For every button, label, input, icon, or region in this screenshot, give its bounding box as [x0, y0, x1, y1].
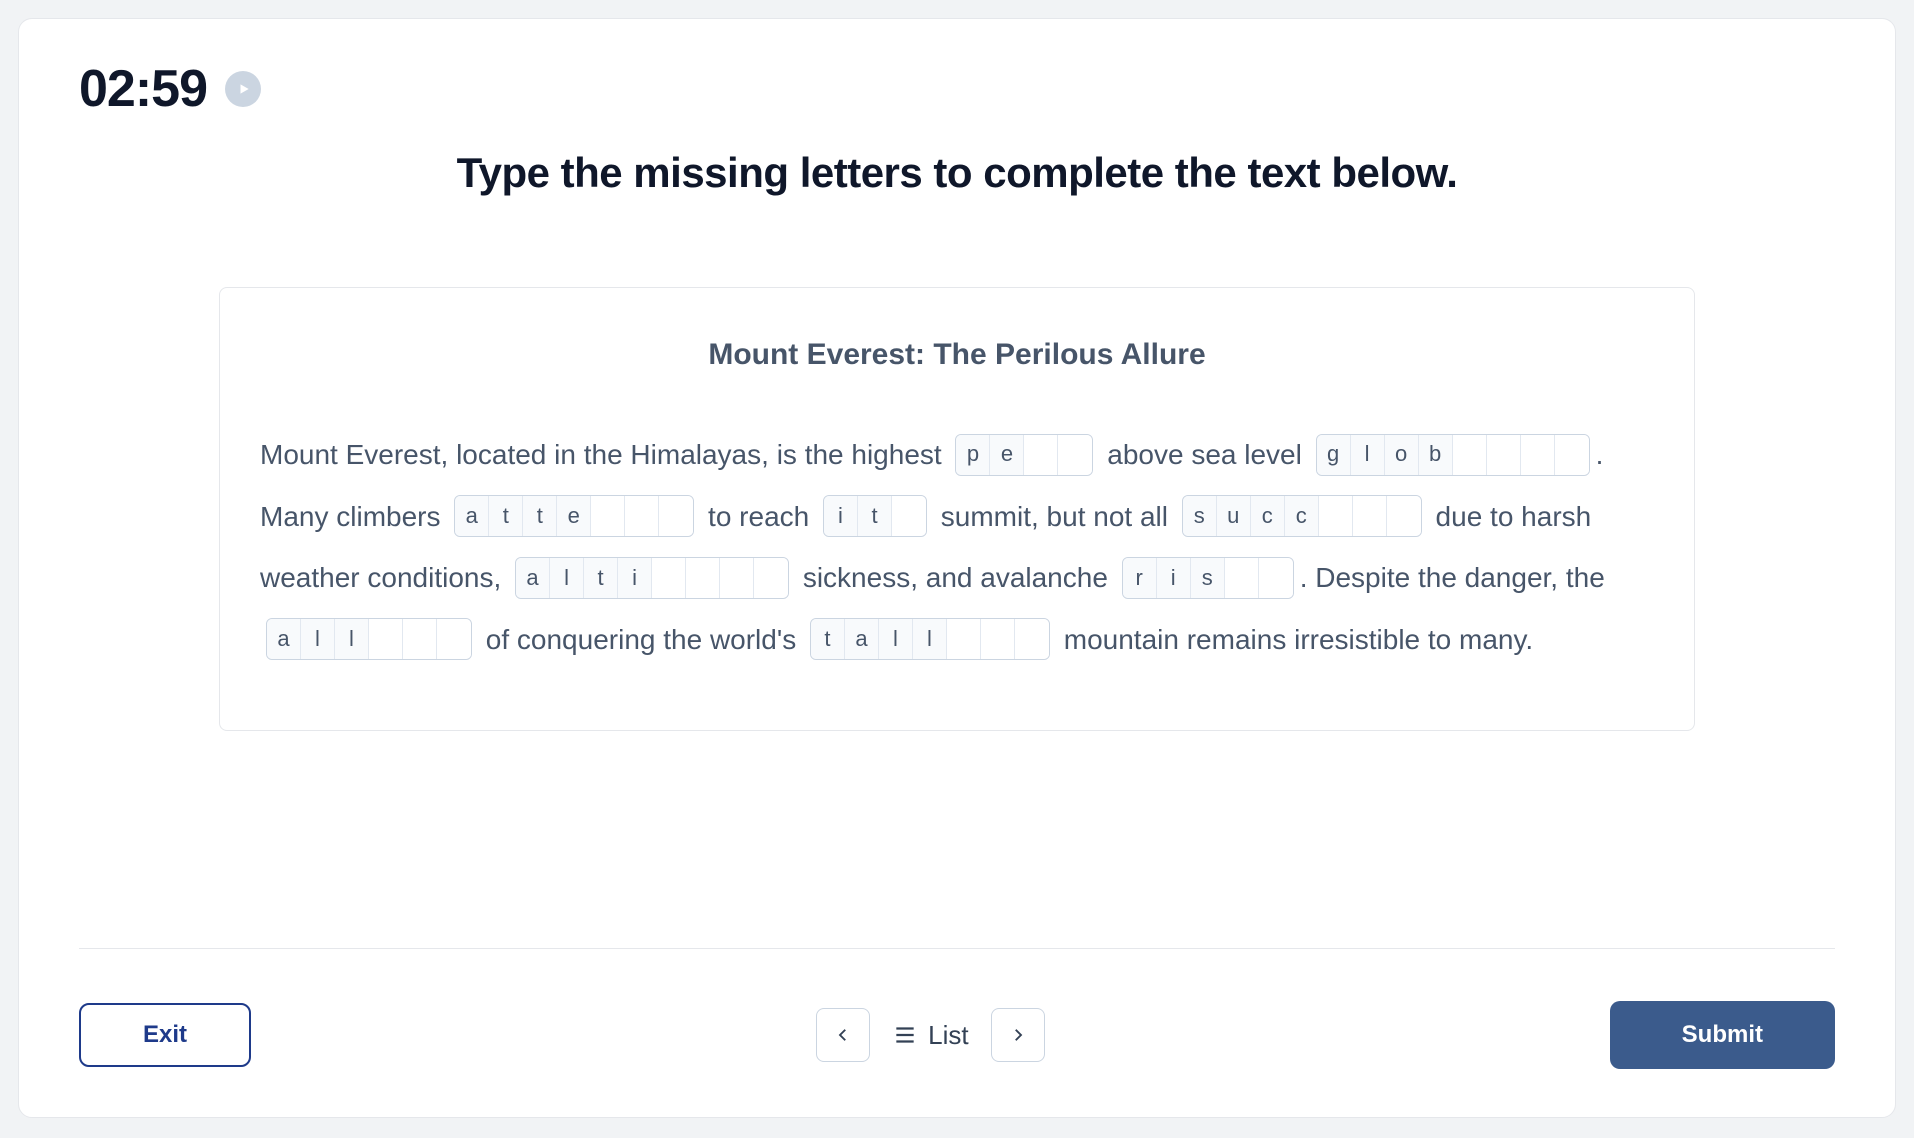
passage-text: above sea level [1099, 439, 1309, 470]
blank-cell-input[interactable] [1353, 496, 1387, 536]
blank-cell-filled: e [557, 496, 591, 536]
blank-cell-filled: t [811, 619, 845, 659]
blank-cell-input[interactable] [1015, 619, 1049, 659]
blank-cell-filled: r [1123, 558, 1157, 598]
blank-cell-input[interactable] [1259, 558, 1293, 598]
blank-cell-filled: a [455, 496, 489, 536]
play-icon [237, 82, 251, 96]
blank-cell-input[interactable] [1453, 435, 1487, 475]
blank-cell-input[interactable] [1225, 558, 1259, 598]
blank-cell-filled: a [267, 619, 301, 659]
passage-panel: Mount Everest: The Perilous Allure Mount… [219, 287, 1695, 731]
blank-word[interactable]: ris [1122, 557, 1294, 599]
blank-cell-input[interactable] [981, 619, 1015, 659]
blank-cell-filled: b [1419, 435, 1453, 475]
blank-cell-input[interactable] [720, 558, 754, 598]
blank-word[interactable]: pe [955, 434, 1093, 476]
blank-cell-filled: t [858, 496, 892, 536]
blank-word[interactable]: alti [515, 557, 789, 599]
exit-button[interactable]: Exit [79, 1003, 251, 1067]
passage-text: summit, but not all [933, 501, 1176, 532]
blank-cell-filled: p [956, 435, 990, 475]
blank-word[interactable]: atte [454, 495, 694, 537]
blank-cell-filled: l [550, 558, 584, 598]
blank-word[interactable]: it [823, 495, 927, 537]
blank-cell-input[interactable] [625, 496, 659, 536]
chevron-right-icon [1009, 1026, 1027, 1044]
timer-display: 02:59 [79, 59, 207, 119]
blank-cell-filled: l [335, 619, 369, 659]
blank-cell-input[interactable] [1387, 496, 1421, 536]
blank-cell-filled: c [1251, 496, 1285, 536]
blank-cell-filled: u [1217, 496, 1251, 536]
blank-cell-input[interactable] [892, 496, 926, 536]
blank-cell-filled: t [489, 496, 523, 536]
blank-word[interactable]: glob [1316, 434, 1590, 476]
list-icon [892, 1022, 918, 1048]
blank-cell-input[interactable] [1487, 435, 1521, 475]
chevron-left-icon [834, 1026, 852, 1044]
blank-cell-filled: l [913, 619, 947, 659]
list-label: List [928, 1020, 968, 1051]
blank-cell-filled: l [879, 619, 913, 659]
passage-text: of conquering the world's [478, 624, 804, 655]
passage-text: Mount Everest, located in the Himalayas,… [260, 439, 949, 470]
blank-cell-filled: s [1191, 558, 1225, 598]
passage-text: . Despite the danger, the [1300, 562, 1605, 593]
passage-body: Mount Everest, located in the Himalayas,… [260, 424, 1654, 670]
blank-word[interactable]: all [266, 618, 472, 660]
blank-cell-filled: t [523, 496, 557, 536]
blank-word[interactable]: succ [1182, 495, 1422, 537]
nav-center: List [816, 1008, 1044, 1062]
blank-cell-input[interactable] [1319, 496, 1353, 536]
passage-text: mountain remains irresistible to many. [1056, 624, 1533, 655]
blank-cell-filled: a [845, 619, 879, 659]
blank-cell-filled: l [1351, 435, 1385, 475]
blank-cell-input[interactable] [659, 496, 693, 536]
blank-cell-input[interactable] [1058, 435, 1092, 475]
list-button[interactable]: List [892, 1020, 968, 1051]
passage-text: to reach [700, 501, 817, 532]
passage-title: Mount Everest: The Perilous Allure [260, 338, 1654, 372]
timer-row: 02:59 [79, 59, 1835, 119]
blank-cell-input[interactable] [686, 558, 720, 598]
blank-cell-filled: e [990, 435, 1024, 475]
footer-bar: Exit List Submit [79, 1001, 1835, 1069]
blank-cell-filled: i [618, 558, 652, 598]
blank-cell-filled: s [1183, 496, 1217, 536]
blank-cell-filled: c [1285, 496, 1319, 536]
blank-cell-input[interactable] [1024, 435, 1058, 475]
blank-cell-filled: i [824, 496, 858, 536]
exercise-card: 02:59 Type the missing letters to comple… [18, 18, 1896, 1118]
footer-separator [79, 948, 1835, 949]
blank-cell-input[interactable] [403, 619, 437, 659]
blank-word[interactable]: tall [810, 618, 1050, 660]
next-button[interactable] [991, 1008, 1045, 1062]
blank-cell-input[interactable] [652, 558, 686, 598]
blank-cell-input[interactable] [1521, 435, 1555, 475]
instruction-text: Type the missing letters to complete the… [79, 149, 1835, 197]
blank-cell-filled: g [1317, 435, 1351, 475]
blank-cell-input[interactable] [947, 619, 981, 659]
passage-text: sickness, and avalanche [795, 562, 1116, 593]
blank-cell-input[interactable] [591, 496, 625, 536]
prev-button[interactable] [816, 1008, 870, 1062]
blank-cell-input[interactable] [1555, 435, 1589, 475]
blank-cell-filled: o [1385, 435, 1419, 475]
blank-cell-input[interactable] [369, 619, 403, 659]
submit-button[interactable]: Submit [1610, 1001, 1835, 1069]
blank-cell-filled: t [584, 558, 618, 598]
blank-cell-input[interactable] [754, 558, 788, 598]
blank-cell-filled: a [516, 558, 550, 598]
blank-cell-input[interactable] [437, 619, 471, 659]
play-button[interactable] [225, 71, 261, 107]
blank-cell-filled: i [1157, 558, 1191, 598]
blank-cell-filled: l [301, 619, 335, 659]
